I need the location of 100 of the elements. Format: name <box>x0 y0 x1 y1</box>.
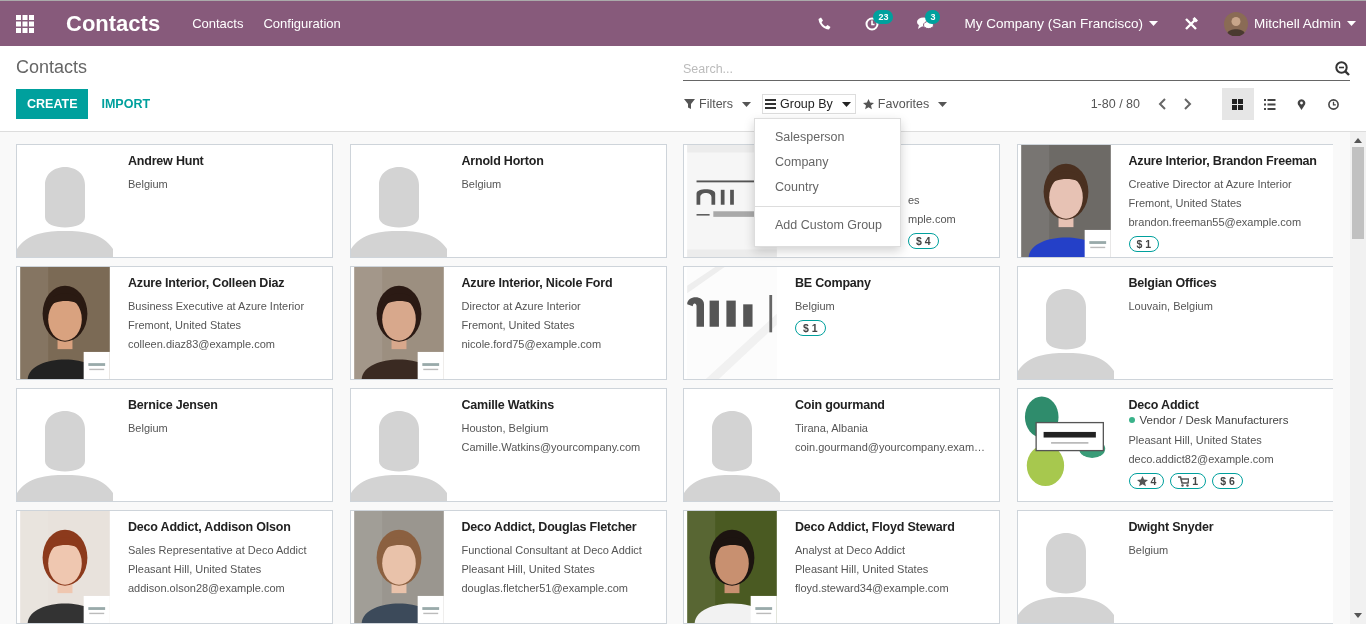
list-icon <box>1264 98 1276 110</box>
message-count-badge: 3 <box>925 10 941 24</box>
list-icon <box>765 98 777 110</box>
contact-detail: Belgium <box>1128 543 1170 558</box>
breadcrumb-title: Contacts <box>16 56 89 78</box>
search-option-toggle[interactable]: Filters <box>683 94 757 114</box>
contact-name: Bernice Jensen <box>128 398 218 412</box>
contact-card[interactable]: Camille Watkins Houston, Belgium Camille.Watkins@yourcompany.com <box>349 388 667 502</box>
apps-menu-icon[interactable] <box>16 14 34 33</box>
user-menu[interactable]: Mitchell Admin <box>1223 11 1356 36</box>
contact-card[interactable]: Azure Interior, Nicole Ford Director at Azure Interior Fremont, United States nicole.ford75@example.com <box>349 266 667 380</box>
clock-icon[interactable] <box>865 16 880 31</box>
contact-card[interactable]: BE Company Belgium $ 1 <box>683 266 1000 380</box>
contact-card[interactable]: Dwight Snyder Belgium <box>1016 510 1333 624</box>
scrollbar[interactable] <box>1350 132 1366 624</box>
menu-link[interactable]: Contacts <box>192 16 244 31</box>
grid-icon <box>1232 98 1244 110</box>
contact-detail: coin.gourmand@yourcompany.exam… <box>795 440 986 455</box>
contact-card[interactable]: Arnold Horton Belgium <box>349 144 667 258</box>
contact-detail: mple.com <box>908 212 956 227</box>
contact-name: Azure Interior, Nicole Ford <box>461 276 613 290</box>
tools-icon[interactable] <box>1183 16 1198 31</box>
funnel-icon <box>684 98 695 110</box>
search-icon[interactable] <box>1335 61 1350 76</box>
contact-detail: Belgium <box>128 421 169 436</box>
contact-detail: nicole.ford75@example.com <box>461 337 603 352</box>
company-switcher[interactable]: My Company (San Francisco) <box>964 16 1158 31</box>
contact-name: Deco Addict, Addison Olson <box>128 520 292 534</box>
contact-name: Dwight Snyder <box>1128 520 1214 534</box>
scrollbar-thumb[interactable] <box>1352 147 1364 239</box>
contact-detail: Analyst at Deco Addict <box>795 543 907 558</box>
category-label: Vendor / Desk Manufacturers <box>1139 414 1289 426</box>
contact-card[interactable]: Azure Interior, Colleen Diaz Business Executive at Azure Interior Fremont, United States colleen.diaz83@example.com <box>16 266 333 380</box>
app-title: Contacts <box>66 10 161 37</box>
contact-card[interactable]: Andrew Hunt Belgium <box>16 144 333 258</box>
pin-icon <box>1296 98 1308 110</box>
contact-card[interactable]: Deco Addict, Addison Olson Sales Representative at Deco Addict Pleasant Hill, United States addison.olson28@example.com <box>16 510 333 624</box>
contact-detail: douglas.fletcher51@example.com <box>461 581 629 596</box>
contact-name: Azure Interior, Brandon Freeman <box>1128 154 1317 168</box>
scroll-down-icon[interactable] <box>1354 613 1362 618</box>
contact-name: Deco Addict, Floyd Steward <box>795 520 955 534</box>
contact-name: Coin gourmand <box>795 398 886 412</box>
contact-detail: Fremont, United States <box>461 318 576 333</box>
contact-detail: Belgium <box>795 299 836 314</box>
contact-name: Deco Addict, Douglas Fletcher <box>461 520 638 534</box>
contact-detail: Director at Azure Interior <box>461 299 582 314</box>
menu-item[interactable]: Country <box>755 175 901 200</box>
contact-detail: Creative Director at Azure Interior <box>1128 177 1293 192</box>
contact-detail: brandon.freeman55@example.com <box>1128 215 1303 230</box>
contact-detail: Functional Consultant at Deco Addict <box>461 543 642 558</box>
contact-card[interactable]: Deco Addict Vendor / Desk Manufacturers Pleasant Hill, United States deco.addict82@example.com 4 1 $ 6 <box>1016 388 1333 502</box>
contact-detail: colleen.diaz83@example.com <box>128 337 276 352</box>
caret-icon[interactable] <box>938 101 948 107</box>
contact-detail: addison.olson28@example.com <box>128 581 286 596</box>
contact-detail: Tirana, Albania <box>795 421 869 436</box>
pager-value[interactable]: 1-80 / 80 <box>1090 97 1140 111</box>
contact-name: Arnold Horton <box>461 154 544 168</box>
scroll-up-icon[interactable] <box>1354 138 1362 143</box>
phone-icon[interactable] <box>818 17 832 30</box>
contact-name: Andrew Hunt <box>128 154 204 168</box>
star-icon <box>862 98 874 110</box>
contact-card[interactable]: Coin gourmand Tirana, Albania coin.gourmand@yourcompany.exam… <box>683 388 1000 502</box>
search-option-toggle[interactable]: Favorites <box>861 94 953 114</box>
kanban-view-button[interactable] <box>1222 88 1254 120</box>
clock-icon <box>1328 98 1340 110</box>
search-option-toggle[interactable]: Group By <box>762 94 856 114</box>
contact-detail: es <box>908 193 921 208</box>
user-avatar-icon <box>1223 11 1248 36</box>
contact-detail: Pleasant Hill, United States <box>795 562 930 577</box>
contact-detail: floyd.steward34@example.com <box>795 581 950 596</box>
contact-card[interactable]: Azure Interior, Brandon Freeman Creative Director at Azure Interior Fremont, United States brandon.freeman55@example.com $ 1 <box>1016 144 1333 258</box>
contact-name: Camille Watkins <box>461 398 555 412</box>
contact-name: Belgian Offices <box>1128 276 1217 290</box>
contact-card[interactable]: Belgian Offices Louvain, Belgium <box>1016 266 1333 380</box>
contact-detail: Sales Representative at Deco Addict <box>128 543 307 558</box>
activity-count-badge: 23 <box>873 9 894 24</box>
contact-card[interactable]: Deco Addict, Douglas Fletcher Functional Consultant at Deco Addict Pleasant Hill, United States douglas.fletcher51@example.com <box>349 510 667 624</box>
contact-detail: Camille.Watkins@yourcompany.com <box>461 440 641 455</box>
contact-card[interactable]: Bernice Jensen Belgium <box>16 388 333 502</box>
contact-detail: deco.addict82@example.com <box>1128 452 1275 467</box>
contact-detail: Fremont, United States <box>128 318 243 333</box>
caret-icon[interactable] <box>742 101 752 107</box>
menu-item[interactable]: Add Custom Group <box>755 213 901 238</box>
star-icon <box>1136 475 1148 487</box>
contact-detail: Pleasant Hill, United States <box>461 562 596 577</box>
contact-detail: Belgium <box>128 177 169 192</box>
contact-name: Deco Addict <box>1128 398 1200 412</box>
menu-item[interactable]: Company <box>755 150 901 175</box>
search-field[interactable]: Search... <box>683 61 1335 76</box>
cart-icon <box>1178 475 1190 487</box>
contact-detail: Business Executive at Azure Interior <box>128 299 305 314</box>
contact-name: BE Company <box>795 276 871 290</box>
caret-icon[interactable] <box>841 101 851 107</box>
contact-detail: Houston, Belgium <box>461 421 550 436</box>
contact-detail: Pleasant Hill, United States <box>1128 433 1263 448</box>
contact-name: Azure Interior, Colleen Diaz <box>128 276 286 290</box>
contact-detail: Fremont, United States <box>1128 196 1243 211</box>
contact-detail: Louvain, Belgium <box>1128 299 1214 314</box>
contact-card[interactable]: Deco Addict, Floyd Steward Analyst at Deco Addict Pleasant Hill, United States floyd.steward34@example.com <box>683 510 1000 624</box>
menu-link[interactable]: Configuration <box>263 16 341 31</box>
